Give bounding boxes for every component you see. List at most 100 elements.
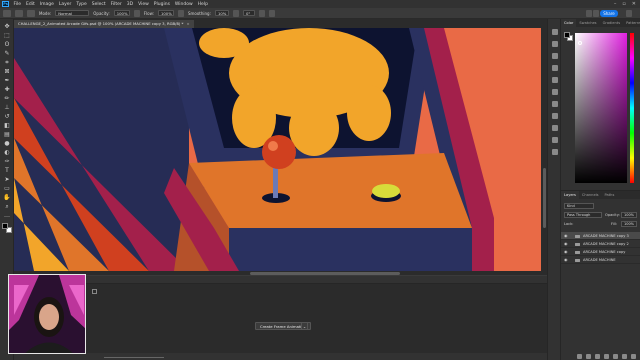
layer-style-icon[interactable]	[586, 353, 591, 359]
layer-row[interactable]: ◉ ARCADE MACHINE copy	[561, 248, 640, 256]
visibility-eye-icon[interactable]: ◉	[564, 248, 568, 256]
adjustments-icon[interactable]	[552, 65, 558, 71]
link-layers-icon[interactable]	[577, 353, 582, 359]
color-picker-cursor[interactable]	[578, 41, 582, 45]
pressure-opacity-icon[interactable]	[133, 9, 140, 17]
close-tab-icon[interactable]: ×	[186, 21, 189, 26]
brush-icon[interactable]: ✏	[3, 95, 11, 102]
layer-row[interactable]: ◉ ARCADE MACHINE	[561, 256, 640, 264]
opacity-field[interactable]: 100%	[113, 10, 130, 16]
timeline-zoom-slider[interactable]	[104, 356, 164, 358]
paragraph-icon[interactable]	[552, 113, 558, 119]
healing-icon[interactable]: ✚	[3, 86, 11, 93]
menu-edit[interactable]: Edit	[24, 2, 38, 7]
move-icon[interactable]: ✥	[3, 23, 11, 30]
character-icon[interactable]	[552, 101, 558, 107]
tab-color[interactable]: Color	[561, 19, 577, 27]
brushes-icon[interactable]	[552, 89, 558, 95]
fg-bg-color-swatch[interactable]	[2, 223, 12, 233]
close-window-icon[interactable]: ✕	[632, 1, 636, 7]
gradient-icon[interactable]: ▤	[3, 131, 11, 138]
history-brush-icon[interactable]: ↺	[3, 113, 11, 120]
foreground-color-swatch[interactable]	[2, 223, 8, 229]
menu-file[interactable]: File	[11, 2, 24, 7]
menu-select[interactable]: Select	[89, 2, 108, 7]
menu-view[interactable]: View	[136, 2, 152, 7]
maximize-icon[interactable]: ▫	[622, 1, 625, 7]
history-icon[interactable]	[552, 29, 558, 35]
layer-row[interactable]: ◉ ARCADE MACHINE copy 2	[561, 240, 640, 248]
blur-icon[interactable]: ●	[3, 140, 11, 147]
delete-layer-icon[interactable]	[631, 353, 636, 359]
minimize-icon[interactable]: –	[614, 1, 617, 7]
tab-paths[interactable]: Paths	[602, 191, 618, 199]
document-tab[interactable]: CHALLENGE_2_Animated Arcade Gifs.psd @ 1…	[14, 20, 194, 28]
libraries-icon[interactable]	[552, 53, 558, 59]
panel-fg-bg-swatch[interactable]	[564, 32, 573, 41]
path-select-icon[interactable]: ➤	[3, 176, 11, 183]
pressure-size-icon[interactable]	[258, 9, 265, 17]
home-icon[interactable]	[3, 9, 11, 17]
menu-3d[interactable]: 3D	[124, 2, 135, 7]
styles-icon[interactable]	[552, 77, 558, 83]
new-layer-icon[interactable]	[622, 353, 627, 359]
menu-layer[interactable]: Layer	[56, 2, 74, 7]
visibility-eye-icon[interactable]: ◉	[564, 232, 568, 240]
airbrush-icon[interactable]	[177, 9, 184, 17]
symmetry-icon[interactable]	[268, 9, 275, 17]
menu-plugins[interactable]: Plugins	[151, 2, 172, 7]
tab-channels[interactable]: Channels	[579, 191, 602, 199]
visibility-eye-icon[interactable]: ◉	[564, 240, 568, 248]
layer-opacity-field[interactable]: 100%	[621, 212, 637, 218]
tab-swatches[interactable]: Swatches	[576, 19, 599, 27]
smoothing-options-icon[interactable]	[232, 9, 239, 17]
properties-icon[interactable]	[552, 41, 558, 47]
crop-icon[interactable]: ⌗	[3, 59, 11, 66]
chevron-down-icon[interactable]: ⌄	[301, 322, 308, 330]
menu-window[interactable]: Window	[172, 2, 195, 7]
stamp-icon[interactable]: ⊥	[3, 104, 11, 111]
menu-image[interactable]: Image	[37, 2, 56, 7]
panel-foreground-swatch[interactable]	[564, 32, 570, 38]
rectangle-icon[interactable]: ▭	[3, 185, 11, 192]
workspace-icon[interactable]	[593, 10, 599, 17]
saturation-value-field[interactable]	[575, 33, 627, 183]
hand-icon[interactable]: ✋	[3, 194, 11, 201]
paths-panel-icon[interactable]	[552, 149, 558, 155]
new-group-icon[interactable]	[613, 353, 618, 359]
user-avatar-icon[interactable]	[626, 10, 632, 17]
frame-icon[interactable]: ⊠	[3, 68, 11, 75]
mode-select[interactable]: Normal	[55, 10, 90, 16]
brush-preset-icon[interactable]	[15, 9, 23, 17]
share-button[interactable]: Share	[600, 10, 618, 17]
fill-field[interactable]: 100%	[621, 221, 637, 227]
edit-toolbar-icon[interactable]: …	[3, 212, 11, 219]
visibility-eye-icon[interactable]: ◉	[564, 256, 568, 264]
dodge-icon[interactable]: ◐	[3, 149, 11, 156]
quick-select-icon[interactable]: ✎	[3, 50, 11, 57]
adjustment-layer-icon[interactable]	[604, 353, 609, 359]
angle-field[interactable]: 0°	[242, 10, 255, 16]
flow-field[interactable]: 100%	[157, 10, 174, 16]
type-icon[interactable]: T	[3, 167, 11, 174]
tab-patterns[interactable]: Patterns	[623, 19, 640, 27]
zoom-icon[interactable]: ⌕	[3, 203, 11, 210]
blend-mode-select[interactable]: Pass Through	[564, 212, 602, 218]
hue-slider[interactable]	[630, 33, 634, 183]
menu-help[interactable]: Help	[195, 2, 210, 7]
eyedropper-icon[interactable]: ✒	[3, 77, 11, 84]
search-icon[interactable]	[586, 10, 592, 17]
vertical-scrollbar-thumb[interactable]	[542, 168, 546, 228]
actions-icon[interactable]	[552, 137, 558, 143]
menu-type[interactable]: Type	[74, 2, 89, 7]
tab-layers[interactable]: Layers	[561, 191, 579, 199]
marquee-icon[interactable]: ⬚	[3, 32, 11, 39]
timeline-menu-icon[interactable]	[92, 289, 97, 294]
smoothing-field[interactable]: 10%	[214, 10, 229, 16]
layer-filter-select[interactable]: Kind	[564, 203, 594, 209]
add-mask-icon[interactable]	[595, 353, 600, 359]
glyphs-icon[interactable]	[552, 125, 558, 131]
tab-gradients[interactable]: Gradients	[600, 19, 624, 27]
pen-icon[interactable]: ✑	[3, 158, 11, 165]
menu-filter[interactable]: Filter	[108, 2, 124, 7]
